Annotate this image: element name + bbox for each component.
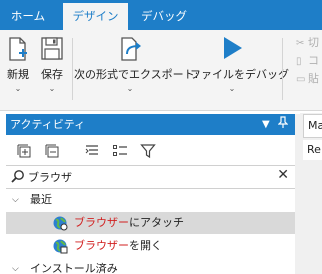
new-document-icon — [7, 34, 29, 62]
clear-search-icon[interactable]: ✕ — [277, 167, 289, 183]
activity-item-label-rest: を開く — [129, 239, 162, 252]
tab-home[interactable]: ホーム — [0, 0, 56, 30]
scissors-icon: ✂ — [296, 38, 305, 49]
tree-group-installed[interactable]: ⌵ インストール済み — [6, 258, 295, 274]
search-match-text: ブラウザー — [74, 216, 129, 229]
activity-item-label-rest: にアタッチ — [129, 216, 184, 229]
copy-button[interactable]: ▯ コ — [296, 52, 322, 70]
activity-item-open-browser[interactable]: ブラウザーを開く — [6, 235, 295, 257]
debug-file-button[interactable]: ファイルをデバッグ ⌄ — [190, 34, 289, 94]
paste-label: 貼 — [308, 72, 319, 85]
activities-search-field[interactable]: ブラウザ ✕ — [6, 165, 295, 189]
tab-design[interactable]: デザイン — [63, 3, 128, 30]
pin-icon[interactable] — [277, 114, 289, 135]
activity-item-label: ブラウザーにアタッチ — [74, 212, 184, 234]
tree-group-label: 最近 — [30, 193, 52, 206]
export-icon — [117, 34, 143, 62]
export-button-label: 次の形式でエクスポート: — [74, 68, 199, 81]
ribbon-separator — [282, 38, 283, 100]
funnel-filter-icon[interactable] — [140, 143, 156, 159]
cut-button[interactable]: ✂ 切 — [296, 34, 322, 52]
search-match-text: ブラウザー — [74, 239, 129, 252]
expand-all-icon[interactable] — [16, 143, 32, 159]
activity-item-label: ブラウザーを開く — [74, 235, 162, 257]
globe-icon — [52, 238, 68, 254]
filter-list-icon[interactable] — [84, 143, 100, 159]
studio-window: ホーム デザイン デバッグ 新規 ⌄ 保存 ⌄ 次の形式でエクスポート: ⌄ フ… — [0, 0, 322, 274]
panel-menu-icon[interactable]: ▼ — [262, 114, 270, 135]
tree-group-recent[interactable]: ⌵ 最近 — [6, 189, 295, 211]
paste-button[interactable]: ▭ 貼 — [296, 70, 322, 88]
tab-debug[interactable]: デバッグ — [133, 0, 195, 30]
list-view-icon[interactable] — [112, 143, 128, 159]
clipboard-icon: ▭ — [296, 74, 306, 85]
save-button[interactable]: 保存 ⌄ — [38, 34, 66, 94]
export-button[interactable]: 次の形式でエクスポート: ⌄ — [74, 34, 199, 94]
collapse-all-icon[interactable] — [44, 143, 60, 159]
activities-panel-header: アクティビティ ▼ — [6, 114, 295, 135]
play-icon — [219, 34, 245, 62]
ribbon-body: 新規 ⌄ 保存 ⌄ 次の形式でエクスポート: ⌄ ファイルをデバッグ ⌄ ✂ 切… — [0, 30, 322, 111]
chevron-down-icon: ⌄ — [48, 84, 56, 93]
save-button-label: 保存 — [41, 68, 63, 81]
activities-toolbar — [6, 137, 295, 165]
search-input-value[interactable]: ブラウザ — [28, 169, 72, 185]
new-button-label: 新規 — [7, 68, 29, 81]
chevron-down-icon[interactable]: ⌵ — [12, 189, 19, 211]
tree-group-label: インストール済み — [30, 262, 118, 274]
designer-tab[interactable]: Ma — [303, 114, 322, 138]
chevron-down-icon: ⌄ — [126, 84, 134, 93]
clipboard-group: ✂ 切 ▯ コ ▭ 貼 — [296, 34, 322, 88]
designer-breadcrumb: Re — [303, 140, 322, 160]
copy-icon: ▯ — [296, 56, 302, 67]
chevron-down-icon: ⌄ — [14, 84, 22, 93]
globe-icon — [52, 215, 68, 231]
chevron-down-icon: ⌄ — [228, 84, 236, 93]
debug-file-button-label: ファイルをデバッグ — [190, 68, 289, 81]
activities-panel-title: アクティビティ — [10, 118, 86, 131]
copy-label: コ — [308, 54, 319, 67]
cut-label: 切 — [308, 36, 319, 49]
activity-item-attach-browser[interactable]: ブラウザーにアタッチ — [6, 212, 295, 234]
search-icon — [10, 169, 26, 185]
floppy-disk-icon — [40, 34, 64, 62]
ribbon-separator — [72, 38, 73, 100]
new-button[interactable]: 新規 ⌄ — [4, 34, 32, 94]
ribbon-tabbar: ホーム デザイン デバッグ — [0, 0, 322, 30]
chevron-down-icon[interactable]: ⌵ — [12, 258, 19, 274]
